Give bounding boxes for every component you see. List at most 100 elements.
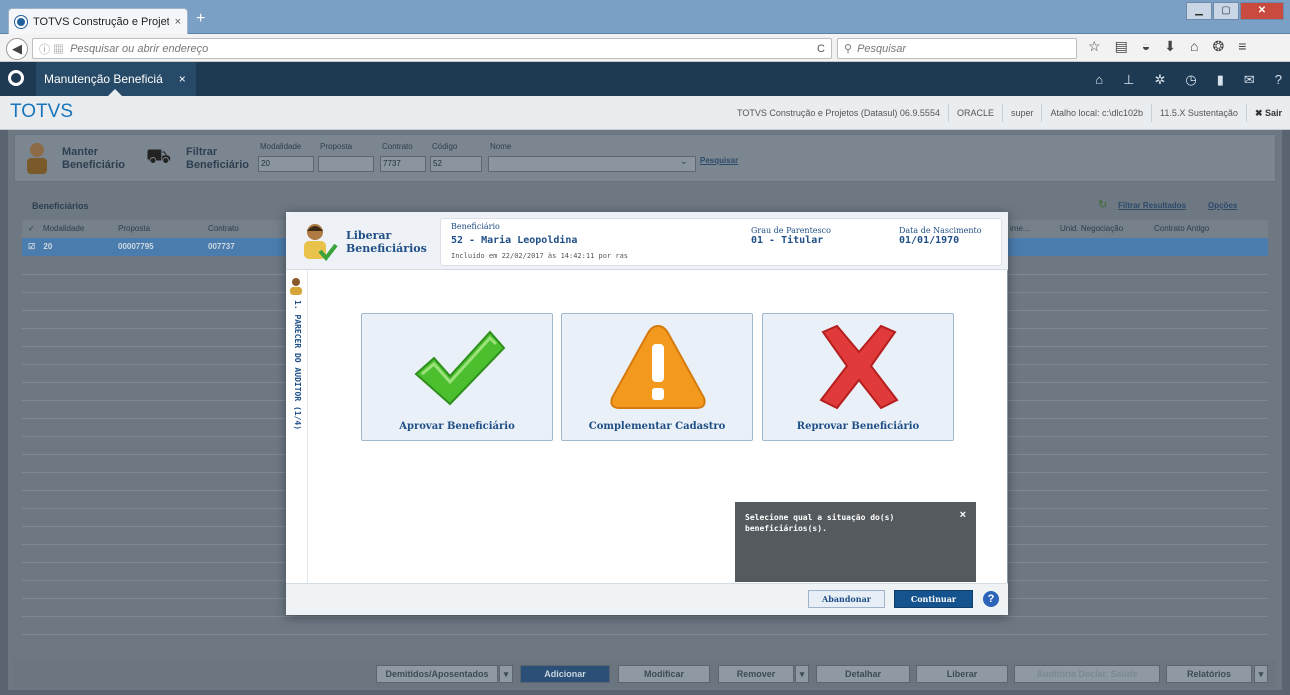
codigo-label: Código — [432, 142, 458, 151]
grau-parentesco-label: Grau de Parentesco — [751, 226, 831, 235]
modificar-button[interactable]: Modificar — [618, 665, 710, 683]
filtrar-beneficiario-button[interactable]: Filtrar Beneficiário — [186, 146, 249, 172]
minimize-icon[interactable]: ▁ — [1186, 2, 1212, 20]
filtrar-resultados-link[interactable]: Filtrar Resultados — [1118, 201, 1186, 210]
grid-line — [22, 634, 1268, 635]
local-shortcut: Atalho local: c:\dlc102b — [1041, 104, 1151, 122]
codigo-input[interactable]: 52 — [430, 156, 482, 172]
reject-x-icon — [819, 324, 899, 410]
search-bar[interactable]: ⚲ Pesquisar — [837, 38, 1077, 59]
reprovar-beneficiario-card[interactable]: Reprovar Beneficiário — [762, 313, 954, 441]
demitidos-aposentados-button[interactable]: Demitidos/Aposentados — [376, 665, 498, 683]
help-icon[interactable]: ? — [1275, 72, 1282, 88]
environment: 11.5.X Sustentação — [1151, 104, 1246, 122]
grid-line — [22, 616, 1268, 617]
user-name: super — [1001, 104, 1042, 122]
pocket-icon[interactable]: ◒ — [1142, 38, 1150, 55]
close-window-icon[interactable]: ✕ — [1240, 2, 1284, 20]
aprovar-beneficiario-card[interactable]: Aprovar Beneficiário — [361, 313, 553, 441]
contrato-input[interactable]: 7737 — [380, 156, 426, 172]
col-contrato-antigo[interactable]: Contrato Antigo — [1148, 220, 1242, 238]
chevron-down-icon[interactable]: ⌄ — [680, 156, 688, 167]
nome-label: Nome — [490, 142, 512, 151]
abandonar-button[interactable]: Abandonar — [808, 590, 885, 608]
sitemap-icon[interactable]: ⊥ — [1123, 72, 1134, 88]
table-row-right — [1008, 238, 1268, 256]
address-bar[interactable]: ⓘ ▦ Pesquisar ou abrir endereço C — [32, 38, 832, 59]
auditoria-declar-saude-button[interactable]: Auditoria Declar. Saúde — [1014, 665, 1160, 683]
brand-title: TOTVS — [10, 101, 73, 122]
grau-parentesco-value: 01 - Titular — [751, 235, 824, 246]
totvs-logo-icon[interactable] — [8, 70, 24, 86]
beneficiario-label: Beneficiário — [451, 222, 500, 231]
contrato-label: Contrato — [382, 142, 413, 151]
reload-icon[interactable]: C — [817, 43, 825, 55]
grid-title: Beneficiários — [32, 201, 89, 211]
data-nascimento-value: 01/01/1970 — [899, 235, 960, 246]
opcoes-link[interactable]: Opções — [1208, 201, 1237, 210]
clock-icon[interactable]: ◷ — [1185, 72, 1196, 88]
new-tab-button[interactable]: + — [196, 10, 205, 28]
menu-icon[interactable]: ≡ — [1238, 38, 1246, 55]
chevron-down-icon[interactable]: ▾ — [795, 665, 809, 683]
refresh-icon[interactable]: ↻ — [1098, 198, 1107, 211]
address-input[interactable]: Pesquisar ou abrir endereço — [70, 43, 208, 55]
user-approve-icon — [300, 221, 338, 263]
modalidade-label: Modalidade — [260, 142, 302, 151]
reading-list-icon[interactable]: ▤ — [1115, 38, 1128, 55]
extension-icon[interactable]: ❂ — [1212, 38, 1224, 55]
complementar-cadastro-card[interactable]: Complementar Cadastro — [561, 313, 753, 441]
app-top-icons: ⌂ ⊥ ✲ ◷ ▮ ✉ ? — [1095, 72, 1282, 88]
col-modalidade[interactable]: ✓ Modalidade — [22, 220, 112, 238]
nome-input[interactable] — [488, 156, 696, 172]
binoculars-icon: ⛟ — [146, 146, 172, 168]
download-icon[interactable]: ⬇ — [1164, 38, 1176, 55]
chevron-down-icon[interactable]: ▾ — [1254, 665, 1268, 683]
close-hint-icon[interactable]: × — [960, 510, 966, 521]
complementar-label: Complementar Cadastro — [588, 421, 726, 432]
chevron-down-icon[interactable]: ▾ — [499, 665, 513, 683]
relatorios-button[interactable]: Relatórios — [1166, 665, 1252, 683]
col-unid-negociacao[interactable]: Unid. Negociação — [1054, 220, 1148, 238]
maximize-icon[interactable]: ▢ — [1213, 2, 1239, 20]
document-icon[interactable]: ▮ — [1217, 72, 1224, 88]
col-contrato[interactable]: Contrato — [202, 220, 292, 238]
dialog-title: Liberar Beneficiários — [346, 229, 427, 255]
close-app-tab-icon[interactable]: × — [179, 72, 186, 86]
beneficiario-value: 52 - Maria Leopoldina — [451, 235, 578, 246]
tab-manutencao-beneficiario[interactable]: Manutenção Beneficiá × — [36, 62, 196, 96]
col-ime[interactable]: ime... — [1004, 220, 1054, 238]
help-icon[interactable]: ? — [983, 591, 999, 607]
liberar-button[interactable]: Liberar — [916, 665, 1008, 683]
database-type: ORACLE — [947, 104, 1002, 122]
browser-tab[interactable]: TOTVS Construção e Projet... × — [8, 8, 188, 34]
browser-titlebar — [0, 0, 1290, 34]
pesquisar-link[interactable]: Pesquisar — [700, 156, 738, 165]
manter-beneficiario-button[interactable]: Manter Beneficiário — [62, 146, 125, 172]
detalhar-button[interactable]: Detalhar — [816, 665, 910, 683]
continuar-button[interactable]: Continuar — [894, 590, 973, 608]
table-row[interactable]: ☑ 20 00007795 007737 — [22, 238, 286, 256]
modalidade-input[interactable]: 20 — [258, 156, 314, 172]
search-input[interactable]: Pesquisar — [857, 43, 906, 55]
remover-button[interactable]: Remover — [718, 665, 794, 683]
browser-toolbar-icons: ☆ ▤ ◒ ⬇ ⌂ ❂ ≡ — [1088, 38, 1246, 55]
col-proposta[interactable]: Proposta — [112, 220, 202, 238]
home-icon[interactable]: ⌂ — [1095, 72, 1103, 88]
row-modalidade: ☑ 20 — [28, 242, 53, 251]
hint-tooltip: Selecione qual a situação do(s) benefici… — [735, 502, 976, 582]
gear-icon[interactable]: ✲ — [1154, 72, 1165, 88]
logout-link[interactable]: ✖ Sair — [1245, 104, 1290, 122]
home-icon[interactable]: ⌂ — [1190, 38, 1198, 55]
reprovar-label: Reprovar Beneficiário — [796, 421, 920, 432]
mail-icon[interactable]: ✉ — [1244, 72, 1255, 88]
hint-text: Selecione qual a situação do(s) benefici… — [745, 513, 895, 533]
warning-icon — [610, 324, 706, 409]
bookmark-star-icon[interactable]: ☆ — [1088, 38, 1101, 55]
proposta-input[interactable] — [318, 156, 374, 172]
back-icon[interactable]: ◀ — [6, 38, 28, 60]
row-proposta: 00007795 — [118, 242, 154, 251]
session-info: TOTVS Construção e Projetos (Datasul) 06… — [729, 96, 1290, 130]
adicionar-button[interactable]: Adicionar — [520, 665, 610, 683]
close-tab-icon[interactable]: × — [175, 16, 181, 28]
